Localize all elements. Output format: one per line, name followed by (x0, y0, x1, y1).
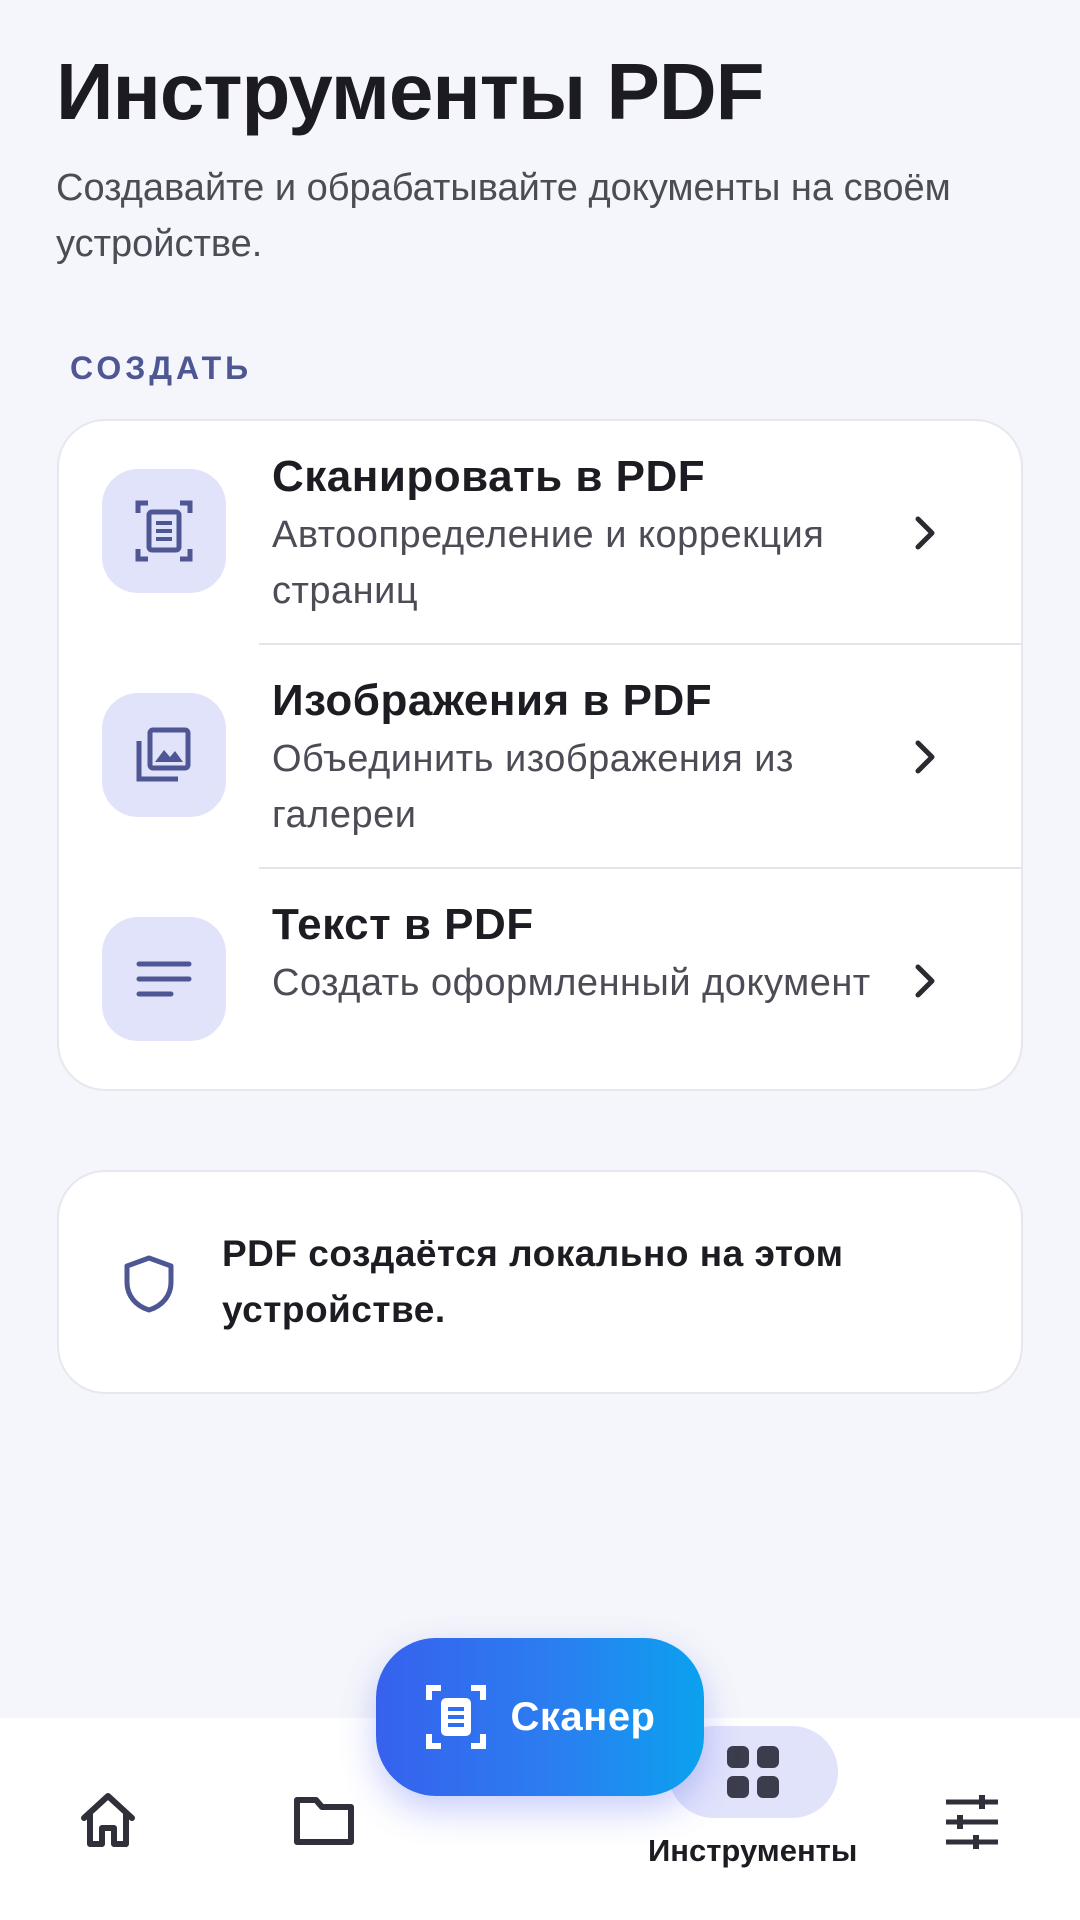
tool-title: Изображения в PDF (272, 676, 713, 725)
grid-icon (727, 1746, 779, 1798)
tools-card: Сканировать в PDF Автоопределение и корр… (57, 419, 1023, 1091)
tool-description: Автоопределение и коррекция страниц (272, 514, 825, 612)
tool-description: Объединить изображения из галереи (272, 738, 794, 836)
info-text: PDF создаётся локально на этом устройств… (222, 1233, 844, 1330)
tool-text: Изображения в PDF Объединить изображения… (272, 671, 872, 843)
tool-item-text-to-pdf[interactable]: Текст в PDF Создать оформленный документ (59, 869, 1021, 1089)
nav-item-settings[interactable] (944, 1794, 1000, 1850)
tool-icon-tile (102, 469, 226, 593)
nav-item-documents[interactable] (292, 1790, 356, 1850)
scanner-fab-label: Сканер (510, 1694, 656, 1739)
folder-icon (294, 1797, 354, 1845)
local-processing-info-card: PDF создаётся локально на этом устройств… (57, 1170, 1023, 1394)
shield-icon (124, 1255, 174, 1313)
tool-description: Создать оформленный документ (272, 962, 871, 1004)
tool-text: Текст в PDF Создать оформленный документ (272, 895, 872, 1011)
document-scanner-icon (135, 500, 193, 562)
page-title: Инструменты PDF (56, 47, 764, 136)
tool-text: Сканировать в PDF Автоопределение и корр… (272, 447, 872, 619)
nav-item-home[interactable] (76, 1788, 140, 1852)
chevron-right-icon (915, 740, 935, 774)
sliders-icon (946, 1795, 998, 1849)
tool-title: Текст в PDF (272, 900, 534, 949)
nav-item-tools-label: Инструменты (648, 1833, 858, 1868)
text-lines-icon (136, 961, 192, 997)
scanner-fab-button[interactable]: Сканер (376, 1638, 704, 1796)
chevron-right-icon (915, 964, 935, 998)
tool-icon-tile (102, 693, 226, 817)
section-label-create: СОЗДАТЬ (70, 350, 253, 386)
photo-library-icon (136, 727, 191, 782)
chevron-right-icon (915, 516, 935, 550)
tool-icon-tile (102, 917, 226, 1041)
page-subtitle: Создавайте и обрабатывайте документы на … (56, 167, 951, 265)
home-icon (81, 1793, 135, 1847)
tool-title: Сканировать в PDF (272, 452, 706, 501)
tool-item-scan-to-pdf[interactable]: Сканировать в PDF Автоопределение и корр… (59, 421, 1021, 645)
tool-item-images-to-pdf[interactable]: Изображения в PDF Объединить изображения… (59, 645, 1021, 869)
document-scanner-icon (425, 1685, 486, 1749)
